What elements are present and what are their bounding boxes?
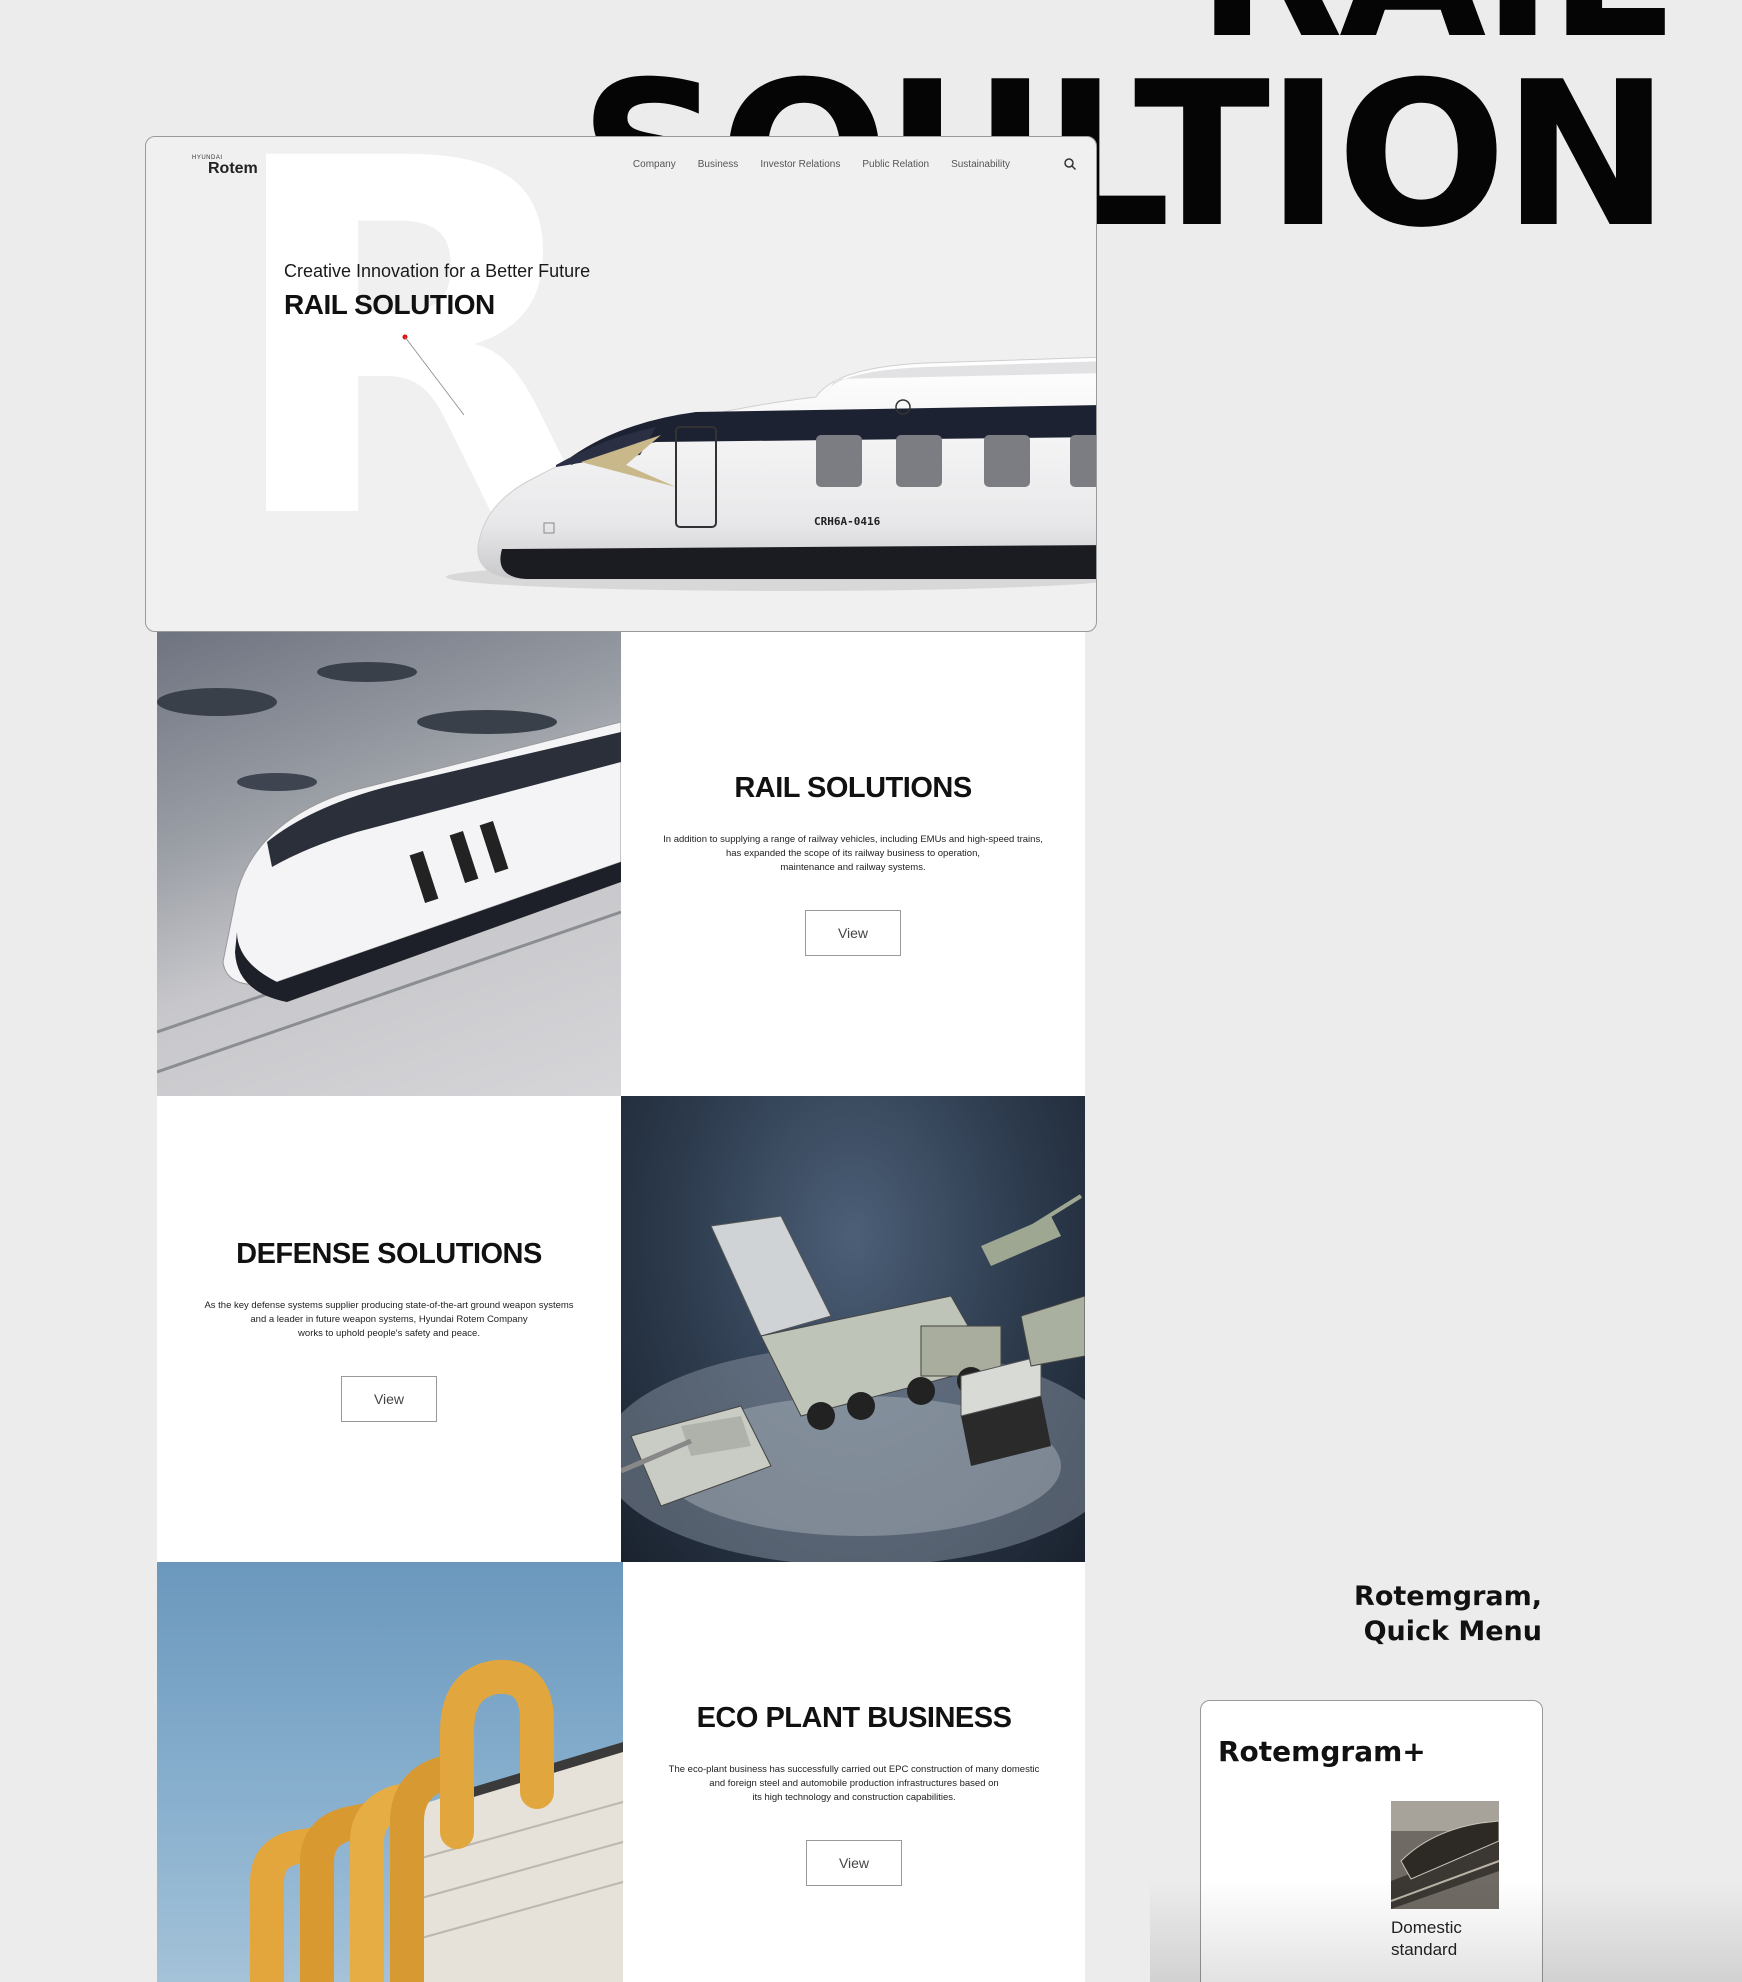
quick-menu-heading-line1: Rotemgram, <box>1354 1581 1542 1612</box>
defense-view-button[interactable]: View <box>341 1376 437 1423</box>
rotemgram-caption: Domestic standard <box>1391 1918 1462 1960</box>
defense-solutions-title: DEFENSE SOLUTIONS <box>236 1238 542 1270</box>
annotation-pointer <box>402 334 465 416</box>
quick-menu-heading: Rotemgram, Quick Menu <box>1354 1580 1542 1649</box>
eco-view-button[interactable]: View <box>806 1840 902 1887</box>
eco-plant-description: The eco-plant business has successfully … <box>668 1764 1040 1803</box>
eco-plant-image <box>157 1562 623 1982</box>
rail-solutions-description: In addition to supplying a range of rail… <box>663 834 1043 873</box>
rail-solutions-title: RAIL SOLUTIONS <box>734 772 972 804</box>
defense-solutions-card: DEFENSE SOLUTIONS As the key defense sys… <box>157 1096 621 1562</box>
hero-mockup: R HYUNDAI Rotem Company Business Investo… <box>145 136 1097 632</box>
defense-solutions-description: As the key defense systems supplier prod… <box>204 1300 574 1339</box>
rail-solutions-card: RAIL SOLUTIONS In addition to supplying … <box>621 632 1085 1096</box>
rail-view-button[interactable]: View <box>805 910 901 957</box>
eco-plant-card: ECO PLANT BUSINESS The eco-plant busines… <box>623 1562 1085 1982</box>
rotemgram-thumbnail[interactable] <box>1391 1801 1499 1909</box>
rail-solution-image <box>157 632 621 1096</box>
rotemgram-card-title: Rotemgram+ <box>1218 1735 1426 1768</box>
quick-menu-heading-line2: Quick Menu <box>1363 1615 1542 1647</box>
rotemgram-card[interactable]: Rotemgram+ Domestic standard <box>1200 1700 1543 1982</box>
defense-solution-image <box>621 1096 1085 1562</box>
eco-plant-title: ECO PLANT BUSINESS <box>696 1702 1012 1734</box>
